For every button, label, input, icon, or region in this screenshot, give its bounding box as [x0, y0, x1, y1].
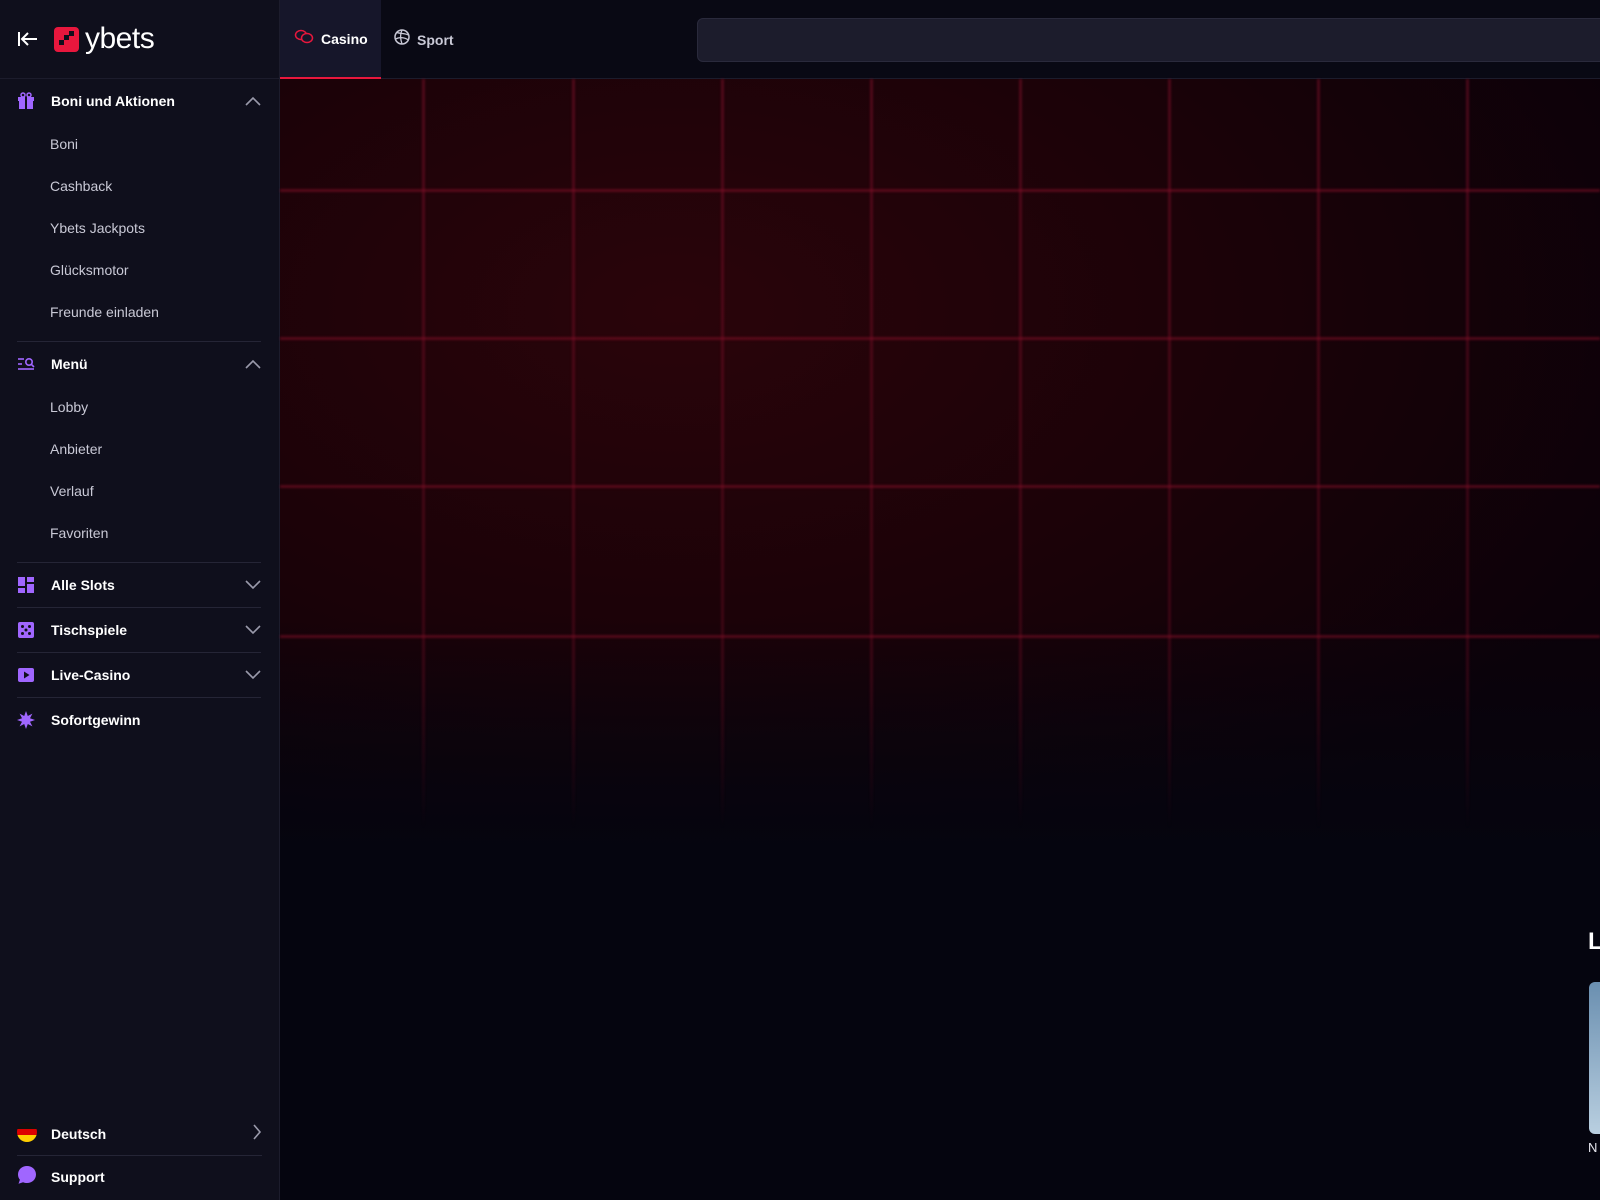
hero-banner: [280, 79, 1600, 849]
chat-bubble-icon: [17, 1165, 37, 1190]
game-thumbnail[interactable]: [1589, 982, 1600, 1134]
sidebar-item-boni[interactable]: Boni: [0, 123, 279, 165]
section-heading-cutoff: L: [1588, 928, 1600, 955]
chevron-up-icon: [245, 93, 261, 109]
casino-chips-icon: [294, 28, 314, 49]
section-live-casino-label: Live-Casino: [51, 667, 131, 683]
support-label: Support: [51, 1169, 105, 1185]
collapse-sidebar-button[interactable]: [17, 28, 39, 50]
sidebar-item-invite-friends[interactable]: Freunde einladen: [0, 291, 279, 333]
section-instant-win-label: Sofortgewinn: [51, 712, 141, 728]
play-icon: [17, 666, 35, 684]
volleyball-icon: [394, 29, 410, 50]
burst-icon: [17, 711, 35, 729]
section-menu[interactable]: Menü: [0, 342, 279, 386]
tab-sport[interactable]: Sport: [394, 0, 454, 79]
chevron-down-icon: [245, 622, 261, 638]
tab-casino[interactable]: Casino: [280, 0, 381, 79]
section-table-games[interactable]: Tischspiele: [0, 608, 279, 652]
bonuses-list: Boni Cashback Ybets Jackpots Glücksmotor…: [0, 123, 279, 333]
section-all-slots-label: Alle Slots: [51, 577, 115, 593]
hero-grid-pattern: [280, 79, 1600, 849]
chevron-right-icon: [252, 1123, 262, 1145]
grid-icon: [17, 576, 35, 594]
list-search-icon: [17, 355, 35, 373]
collapse-arrow-icon: [18, 32, 37, 46]
chevron-down-icon: [245, 667, 261, 683]
sidebar-item-jackpots[interactable]: Ybets Jackpots: [0, 207, 279, 249]
gift-icon: [17, 92, 35, 110]
section-all-slots[interactable]: Alle Slots: [0, 563, 279, 607]
sidebar-item-gluecksmotor[interactable]: Glücksmotor: [0, 249, 279, 291]
topbar: Casino Sport: [280, 0, 1600, 79]
search-box[interactable]: [697, 18, 1600, 62]
language-selector[interactable]: Deutsch: [0, 1113, 280, 1155]
logo-mark-icon: [54, 26, 79, 52]
sidebar-item-history[interactable]: Verlauf: [0, 470, 279, 512]
sidebar-item-lobby[interactable]: Lobby: [0, 386, 279, 428]
section-live-casino[interactable]: Live-Casino: [0, 653, 279, 697]
chevron-down-icon: [245, 577, 261, 593]
sidebar: ybets Boni und Aktionen Boni Cashback Yb…: [0, 0, 280, 1200]
chevron-up-icon: [245, 356, 261, 372]
logo-text: ybets: [85, 22, 155, 55]
tab-casino-label: Casino: [321, 30, 368, 47]
support-button[interactable]: Support: [0, 1156, 280, 1198]
menu-list: Lobby Anbieter Verlauf Favoriten: [0, 386, 279, 554]
sidebar-item-favorites[interactable]: Favoriten: [0, 512, 279, 554]
sidebar-header: ybets: [0, 0, 279, 79]
sidebar-footer: Deutsch Support: [0, 1113, 280, 1200]
dice-icon: [17, 621, 35, 639]
section-menu-label: Menü: [51, 356, 88, 372]
logo[interactable]: ybets: [54, 22, 155, 55]
section-bonuses[interactable]: Boni und Aktionen: [0, 79, 279, 123]
sidebar-item-providers[interactable]: Anbieter: [0, 428, 279, 470]
section-instant-win[interactable]: Sofortgewinn: [0, 698, 279, 742]
language-label: Deutsch: [51, 1126, 107, 1142]
section-table-games-label: Tischspiele: [51, 622, 128, 638]
tab-sport-label: Sport: [417, 31, 454, 48]
section-bonuses-label: Boni und Aktionen: [51, 93, 175, 109]
search-input[interactable]: [698, 19, 1600, 61]
sidebar-item-cashback[interactable]: Cashback: [0, 165, 279, 207]
german-flag-icon: [17, 1121, 37, 1147]
game-name-cutoff: N: [1588, 1140, 1598, 1155]
